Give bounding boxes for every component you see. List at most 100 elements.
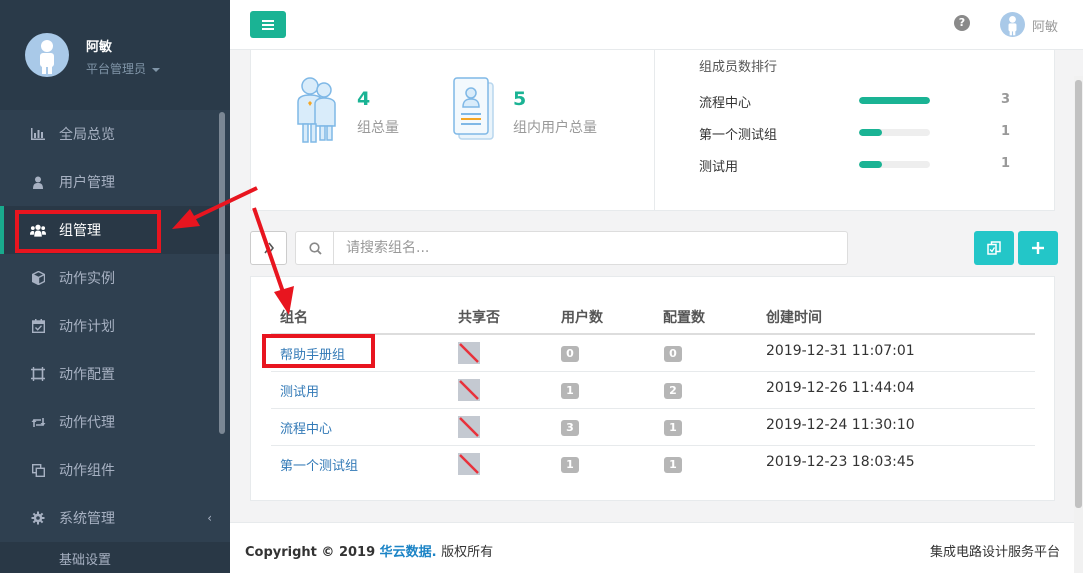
group-total-icon [295, 76, 339, 148]
sidebar-item-label: 全局总览 [59, 127, 115, 143]
ranking-title: 组成员数排行 [699, 60, 778, 75]
calendar-check-icon [30, 318, 46, 334]
copy-icon [987, 241, 1001, 255]
ranking-item-value: 1 [1001, 124, 1011, 139]
sidebar-item-label: 动作代理 [59, 415, 115, 431]
sidebar-item-system[interactable]: 系统管理 ‹ [0, 494, 230, 542]
group-name-link[interactable]: 测试用 [280, 381, 319, 400]
ranking-item-value: 1 [1001, 156, 1011, 171]
user-count-badge: 1 [561, 383, 579, 399]
table-header-divider [271, 333, 1035, 335]
stats-divider [654, 50, 655, 210]
brand-link[interactable]: 华云数据. [380, 545, 437, 560]
not-shared-icon [458, 342, 480, 364]
column-header-configs[interactable]: 配置数 [663, 307, 705, 327]
profile-role-label: 平台管理员 [86, 62, 147, 76]
column-header-users[interactable]: 用户数 [561, 307, 603, 327]
sidebar-item-overview[interactable]: 全局总览 [0, 110, 230, 158]
ranking-progress-bar [859, 129, 930, 136]
not-shared-icon [458, 379, 480, 401]
ranking-progress-fill [859, 129, 883, 136]
sidebar-item-action-components[interactable]: 动作组件 [0, 446, 230, 494]
sidebar-item-action-agents[interactable]: 动作代理 [0, 398, 230, 446]
cube-icon [30, 270, 46, 286]
created-time: 2019-12-26 11:44:04 [766, 380, 915, 396]
user-count-badge: 1 [561, 457, 579, 473]
add-group-button[interactable] [1018, 231, 1058, 265]
row-divider [271, 408, 1035, 409]
page-scrollbar[interactable] [1075, 80, 1082, 508]
user-count-badge: 0 [561, 346, 579, 362]
user-total-value: 5 [513, 88, 527, 110]
sidebar-item-label: 用户管理 [59, 175, 115, 191]
ranking-progress-fill [859, 161, 883, 168]
ranking-progress-bar [859, 97, 930, 104]
row-divider [271, 371, 1035, 372]
sidebar-nav: 全局总览 用户管理 组管理 动作实例 动作计划 动作配置 动作代理 动作组件 系… [0, 110, 230, 573]
double-chevron-right-icon [263, 242, 274, 254]
not-shared-icon [458, 416, 480, 438]
column-header-created[interactable]: 创建时间 [766, 307, 822, 327]
sidebar-item-label: 动作组件 [59, 463, 115, 479]
group-total-value: 4 [357, 88, 371, 110]
sidebar-item-action-plans[interactable]: 动作计划 [0, 302, 230, 350]
bar-chart-icon [30, 126, 46, 142]
footer: Copyright © 2019 华云数据. 版权所有 集成电路设计服务平台 [230, 522, 1083, 573]
column-header-name[interactable]: 组名 [280, 307, 308, 327]
ranking-item-value: 3 [1001, 92, 1011, 107]
sidebar-item-users[interactable]: 用户管理 [0, 158, 230, 206]
caret-down-icon [152, 67, 161, 72]
frame-icon [30, 366, 46, 382]
ranking-progress-fill [859, 97, 930, 104]
help-icon[interactable]: ? [954, 15, 970, 31]
row-divider [271, 445, 1035, 446]
user-total-icon [453, 77, 495, 147]
platform-name: 集成电路设计服务平台 [929, 545, 1060, 560]
stats-panel: 4 组总量 5 组内用户总量 组成员数排行 流程中心 3 第一个测试组 1 测试… [250, 50, 1055, 211]
sidebar-item-label: 动作计划 [59, 319, 115, 335]
toggle-columns-button[interactable] [250, 231, 287, 265]
top-avatar[interactable] [1000, 12, 1025, 37]
group-table: 组名 共享否 用户数 配置数 创建时间 帮助手册组 0 0 2019-12-31… [250, 276, 1055, 501]
search-input[interactable] [333, 231, 848, 265]
highlight-box-sidebar [15, 210, 161, 253]
profile-role-dropdown[interactable]: 平台管理员 [86, 60, 161, 77]
copy-button[interactable] [974, 231, 1014, 265]
sidebar-item-label: 动作实例 [59, 271, 115, 287]
group-name-link[interactable]: 第一个测试组 [280, 455, 358, 474]
config-count-badge: 1 [664, 420, 682, 436]
sidebar-item-action-instances[interactable]: 动作实例 [0, 254, 230, 302]
ranking-progress-bar [859, 161, 930, 168]
avatar[interactable] [25, 33, 69, 77]
rights-text: 版权所有 [441, 545, 494, 560]
profile-panel: 阿敏 平台管理员 [0, 0, 230, 110]
sidebar-item-action-config[interactable]: 动作配置 [0, 350, 230, 398]
ranking-item-name: 第一个测试组 [699, 128, 778, 143]
sidebar-scrollbar[interactable] [219, 112, 225, 434]
group-total-label: 组总量 [357, 120, 399, 136]
sidebar-subitem-basic-settings[interactable]: 基础设置 [0, 542, 230, 573]
column-header-shared[interactable]: 共享否 [458, 307, 500, 327]
menu-toggle-button[interactable] [250, 11, 286, 38]
config-count-badge: 1 [664, 457, 682, 473]
retweet-icon [30, 414, 46, 430]
highlight-box-row [262, 334, 375, 368]
not-shared-icon [458, 453, 480, 475]
hamburger-icon [262, 19, 274, 30]
user-count-badge: 3 [561, 420, 579, 436]
plus-icon [1032, 242, 1044, 254]
gear-icon [30, 510, 46, 526]
config-count-badge: 0 [664, 346, 682, 362]
search-addon [295, 231, 334, 265]
created-time: 2019-12-31 11:07:01 [766, 343, 915, 359]
ranking-item-name: 流程中心 [699, 96, 752, 111]
group-name-link[interactable]: 流程中心 [280, 418, 332, 437]
user-total-label: 组内用户总量 [513, 120, 597, 136]
chevron-left-icon: ‹ [207, 511, 212, 525]
created-time: 2019-12-24 11:30:10 [766, 417, 915, 433]
sidebar: 阿敏 平台管理员 全局总览 用户管理 组管理 动作实例 动作计划 动作配置 动作… [0, 0, 230, 573]
sidebar-subitem-label: 基础设置 [59, 552, 112, 568]
config-count-badge: 2 [664, 383, 682, 399]
clone-icon [30, 462, 46, 478]
top-user-name[interactable]: 阿敏 [1032, 16, 1058, 35]
